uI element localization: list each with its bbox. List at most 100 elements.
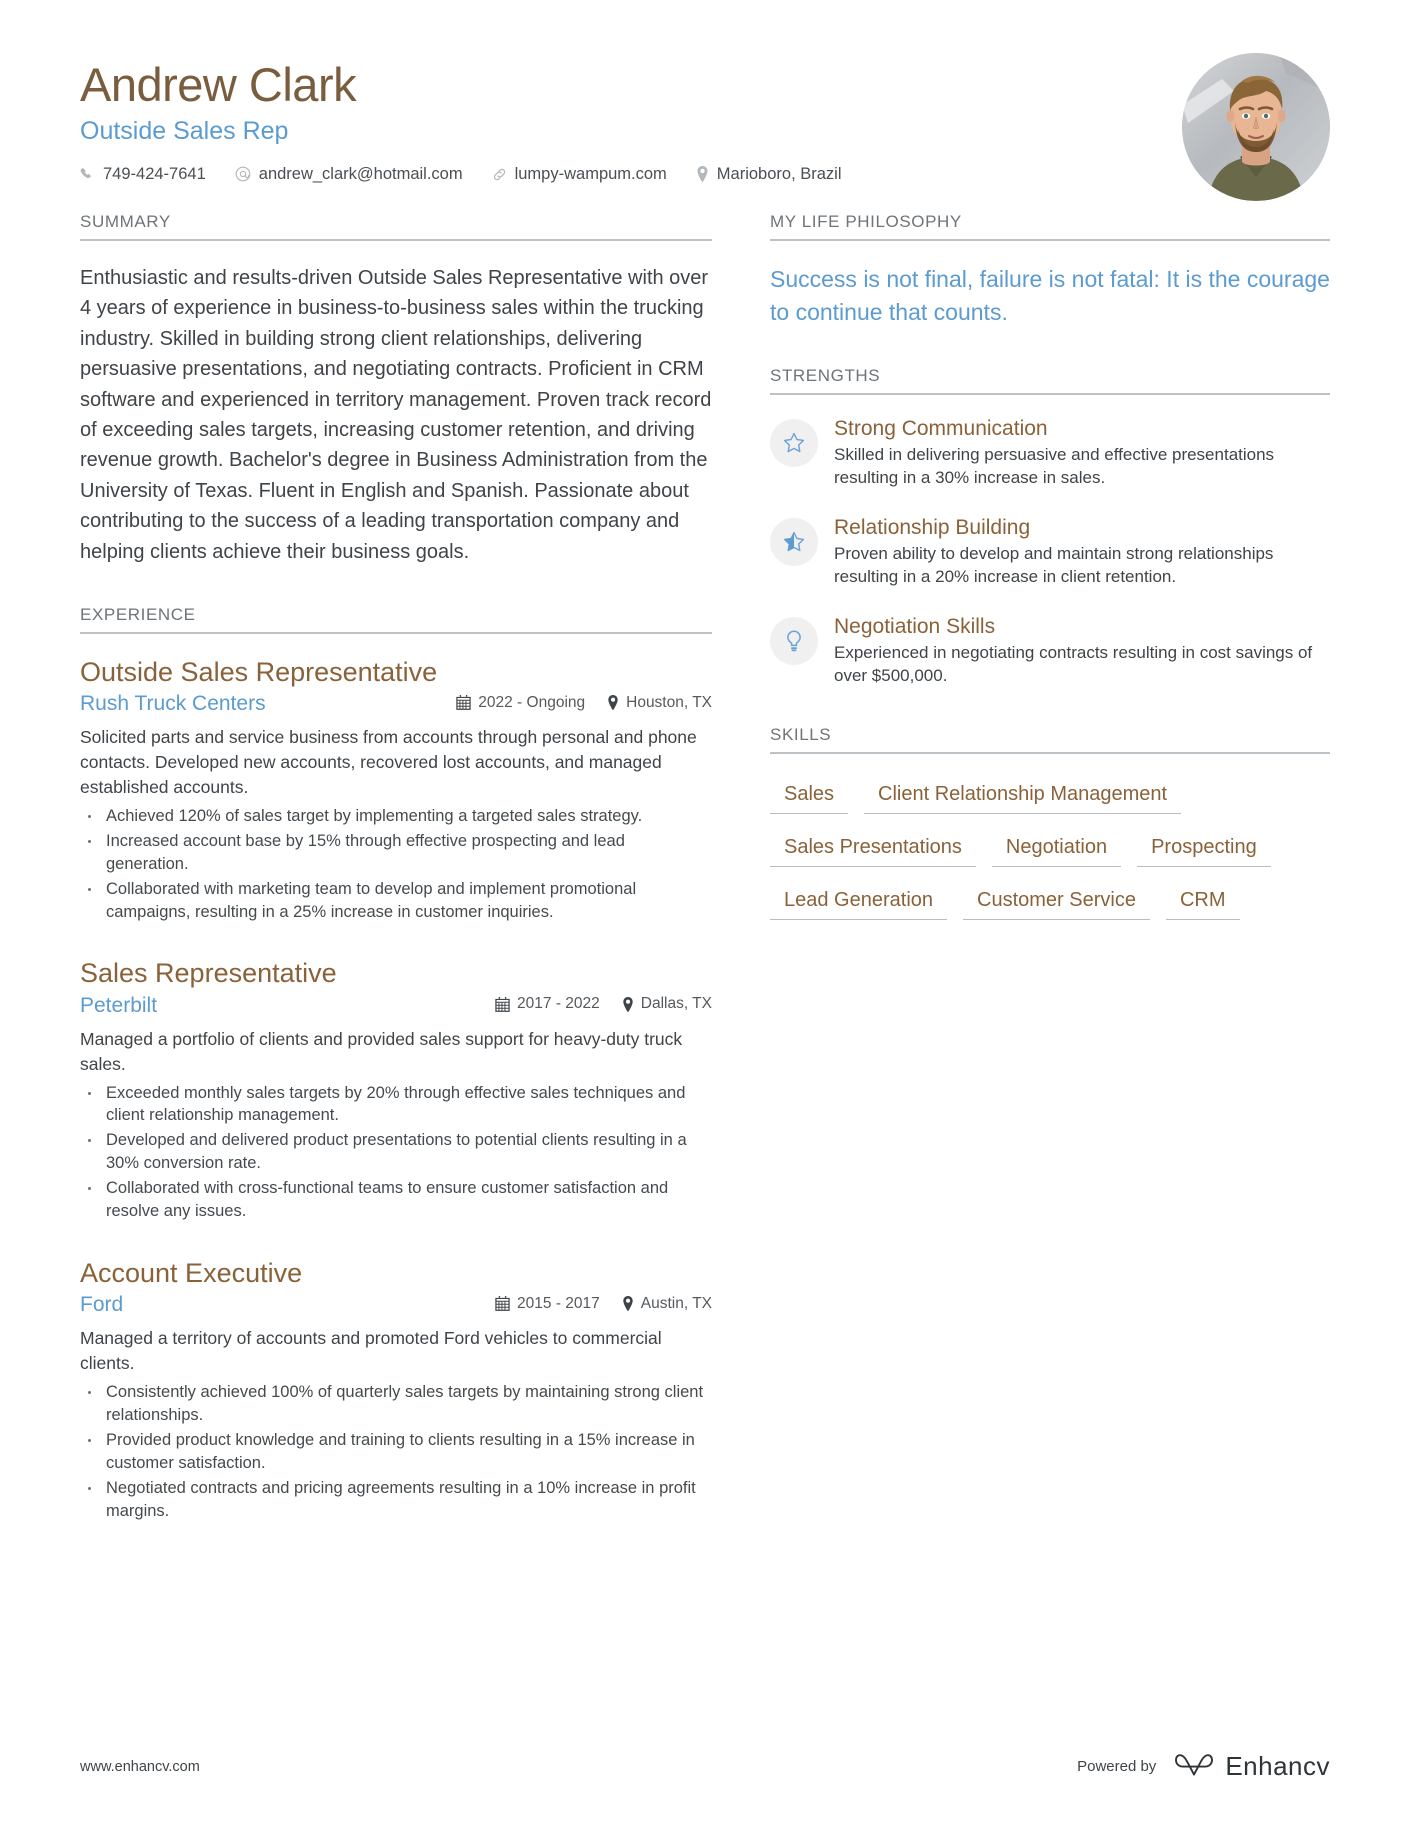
experience-bullet: Increased account base by 15% through ef… — [80, 830, 712, 876]
experience-bullet: Provided product knowledge and training … — [80, 1429, 712, 1475]
powered-by-label: Powered by — [1077, 1758, 1157, 1775]
strength-item: Strong Communication Skilled in deliverin… — [770, 417, 1330, 490]
experience-bullet: Developed and delivered product presenta… — [80, 1129, 712, 1175]
calendar-icon — [456, 695, 471, 711]
page-footer: www.enhancv.com Powered by Enhancv — [80, 1751, 1330, 1782]
section-title-skills: SKILLS — [770, 725, 1330, 755]
footer-url[interactable]: www.enhancv.com — [80, 1759, 200, 1775]
section-title-experience: EXPERIENCE — [80, 605, 712, 634]
experience-list: Outside Sales Representative Rush Truck C… — [80, 656, 712, 1523]
footer-brand-group: Powered by Enhancv — [1077, 1751, 1330, 1782]
experience-date-value: 2017 - 2022 — [517, 995, 600, 1013]
resume-header: Andrew Clark Outside Sales Rep 749-424-7… — [80, 0, 1330, 201]
contact-website[interactable]: lumpy-wampum.com — [492, 165, 667, 184]
experience-location-value: Dallas, TX — [640, 995, 712, 1013]
content-columns: SUMMARY Enthusiastic and results-driven … — [80, 212, 1330, 1561]
skills-list: Sales Client Relationship Management Sales… — [770, 776, 1330, 935]
philosophy-quote: Success is not final, failure is not fat… — [770, 266, 1330, 325]
contact-location-value: Marioboro, Brazil — [716, 164, 842, 183]
section-philosophy: MY LIFE PHILOSOPHY Success is not final,… — [770, 212, 1330, 328]
star-outline-icon — [770, 419, 818, 468]
section-summary: SUMMARY Enthusiastic and results-driven … — [80, 212, 712, 567]
experience-location-value: Austin, TX — [640, 1294, 712, 1312]
experience-date-value: 2015 - 2017 — [517, 1294, 600, 1312]
experience-date-value: 2022 - Ongoing — [478, 693, 586, 711]
experience-entry: Sales Representative Peterbilt 2017 - 2022… — [80, 957, 712, 1223]
experience-date: 2015 - 2017 — [495, 1295, 600, 1313]
left-column: SUMMARY Enthusiastic and results-driven … — [80, 212, 770, 1561]
strength-title: Negotiation Skills — [834, 614, 996, 638]
strength-body: Negotiation Skills Experienced in negotia… — [834, 615, 1330, 688]
skill-tag: Sales — [770, 776, 849, 815]
experience-date: 2017 - 2022 — [495, 995, 600, 1013]
section-strengths: STRENGTHS Strong Communication Skilled in… — [770, 366, 1330, 687]
section-title-strengths: STRENGTHS — [770, 366, 1330, 396]
contact-email-value: andrew_clark@hotmail.com — [258, 164, 463, 183]
contact-email[interactable]: andrew_clark@hotmail.com — [235, 165, 463, 184]
experience-location: Dallas, TX — [622, 995, 712, 1013]
strength-description: Skilled in delivering persuasive and eff… — [834, 445, 1275, 488]
experience-location: Houston, TX — [607, 694, 712, 712]
lightbulb-icon — [770, 616, 818, 665]
experience-bullet: Exceeded monthly sales targets by 20% th… — [80, 1082, 712, 1128]
experience-meta-row: Peterbilt 2017 - 2022 Dallas, TX — [80, 994, 712, 1018]
skill-tag: Customer Service — [963, 882, 1150, 921]
experience-bullet: Negotiated contracts and pricing agreeme… — [80, 1477, 712, 1523]
skill-tag: Lead Generation — [770, 882, 948, 921]
calendar-icon — [495, 996, 510, 1012]
phone-icon — [80, 167, 95, 182]
strength-body: Relationship Building Proven ability to d… — [834, 516, 1330, 589]
section-title-summary: SUMMARY — [80, 212, 712, 241]
contact-phone-value: 749-424-7641 — [103, 164, 206, 183]
skill-tag: Prospecting — [1137, 829, 1271, 868]
experience-entry: Account Executive Ford 2015 - 2017 Austin, … — [80, 1257, 712, 1523]
strength-title: Strong Communication — [834, 417, 1048, 441]
experience-bullet: Achieved 120% of sales target by impleme… — [80, 805, 712, 828]
experience-location-value: Houston, TX — [626, 693, 712, 711]
contact-row: 749-424-7641 andrew_clark@hotmail.com lu… — [80, 165, 1330, 184]
avatar-image — [1182, 53, 1330, 201]
strengths-list: Strong Communication Skilled in deliverin… — [770, 417, 1330, 687]
skill-tag: Client Relationship Management — [864, 776, 1182, 815]
resume-page: Andrew Clark Outside Sales Rep 749-424-7… — [0, 0, 1410, 1826]
experience-bullet: Consistently achieved 100% of quarterly … — [80, 1381, 712, 1427]
experience-bullet: Collaborated with cross-functional teams… — [80, 1177, 712, 1223]
page-title: Andrew Clark — [80, 58, 357, 111]
location-pin-icon — [622, 996, 634, 1012]
strength-item: Negotiation Skills Experienced in negotia… — [770, 615, 1330, 688]
summary-text: Enthusiastic and results-driven Outside … — [80, 267, 712, 563]
experience-bullet-list: Achieved 120% of sales target by impleme… — [80, 805, 712, 924]
experience-company: Peterbilt — [80, 993, 158, 1017]
experience-date: 2022 - Ongoing — [456, 694, 585, 712]
strength-description: Experienced in negotiating contracts res… — [834, 642, 1313, 685]
calendar-icon — [495, 1296, 510, 1312]
experience-role: Sales Representative — [80, 958, 337, 989]
brand-logo: Enhancv — [1173, 1751, 1330, 1782]
location-pin-icon — [607, 695, 619, 711]
experience-role: Account Executive — [80, 1258, 303, 1289]
skill-tag: CRM — [1165, 882, 1240, 921]
experience-bullet: Collaborated with marketing team to deve… — [80, 878, 712, 924]
experience-description: Managed a portfolio of clients and provi… — [80, 1028, 683, 1074]
experience-meta-row: Rush Truck Centers 2022 - Ongoing Houston,… — [80, 692, 712, 716]
right-column: MY LIFE PHILOSOPHY Success is not final,… — [770, 212, 1330, 1561]
strength-body: Strong Communication Skilled in deliverin… — [834, 417, 1330, 490]
skill-tag: Sales Presentations — [770, 829, 976, 868]
strength-item: Relationship Building Proven ability to d… — [770, 516, 1330, 589]
email-icon — [235, 166, 251, 182]
experience-description: Solicited parts and service business fro… — [80, 727, 697, 797]
link-icon — [492, 167, 507, 182]
experience-company: Ford — [80, 1293, 124, 1317]
experience-bullet-list: Exceeded monthly sales targets by 20% th… — [80, 1082, 712, 1224]
experience-company: Rush Truck Centers — [80, 692, 266, 716]
experience-location: Austin, TX — [622, 1295, 712, 1313]
location-pin-icon — [622, 1296, 634, 1312]
strength-description: Proven ability to develop and maintain s… — [834, 544, 1274, 586]
section-title-philosophy: MY LIFE PHILOSOPHY — [770, 212, 1330, 241]
experience-entry: Outside Sales Representative Rush Truck C… — [80, 656, 712, 924]
skill-tag: Negotiation — [991, 829, 1122, 868]
experience-meta-row: Ford 2015 - 2017 Austin, TX — [80, 1293, 712, 1317]
contact-phone[interactable]: 749-424-7641 — [80, 165, 206, 184]
section-skills: SKILLS Sales Client Relationship Manageme… — [770, 725, 1330, 935]
brand-name: Enhancv — [1225, 1751, 1330, 1781]
